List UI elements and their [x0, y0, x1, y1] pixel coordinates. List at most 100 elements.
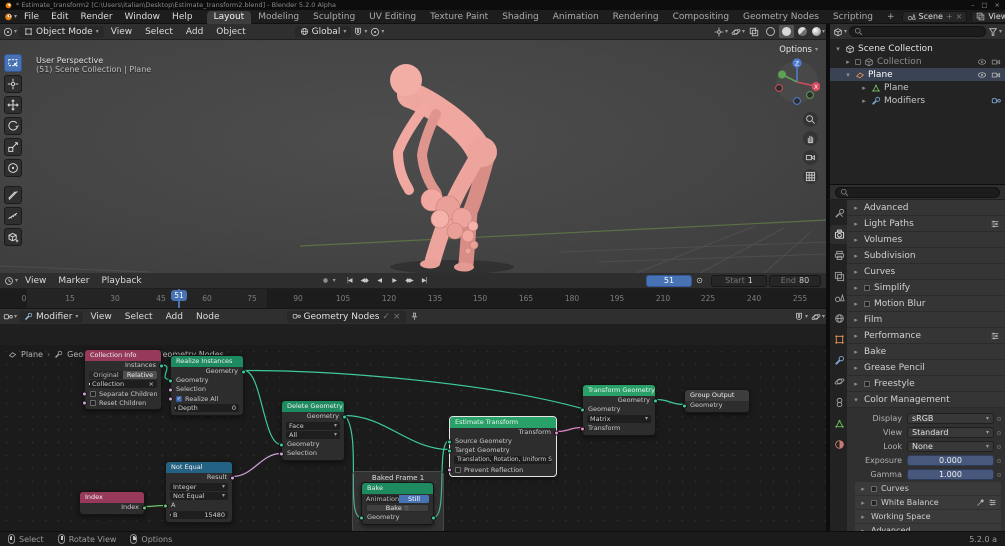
- reset-children-checkbox[interactable]: Reset Children: [82, 398, 161, 407]
- node-not-equal[interactable]: Not Equal Result Integer ▾ Not Equal ▾ A B…: [163, 461, 235, 523]
- render-camera-icon[interactable]: [991, 70, 1001, 80]
- panel-curves[interactable]: ▸ Curves: [847, 264, 1005, 279]
- orientation-dropdown[interactable]: Global ▾: [294, 25, 352, 38]
- mode-dropdown[interactable]: Object Mode ▾: [19, 25, 104, 38]
- collection-field[interactable]: Collection ×: [89, 380, 157, 388]
- viewport-menu-object[interactable]: Object: [210, 27, 251, 37]
- socket-geometry-in[interactable]: [168, 378, 173, 383]
- timeline-menu-view[interactable]: View: [19, 276, 52, 286]
- play-button[interactable]: ▶: [387, 275, 402, 287]
- tab-texture-paint[interactable]: Texture Paint: [423, 11, 495, 24]
- navigation-gizmo[interactable]: Z X: [774, 54, 820, 108]
- subpanel-advanced[interactable]: ▸ Advanced: [855, 524, 1001, 531]
- viewport-3d[interactable]: User Perspective (51) Scene Collection |…: [0, 40, 828, 273]
- unlink-node-tree-icon[interactable]: ×: [393, 312, 401, 322]
- panel-advanced[interactable]: ▸ Advanced: [847, 200, 1005, 215]
- look-dropdown[interactable]: None ▾: [907, 441, 994, 452]
- node-header[interactable]: Realize Instances: [171, 356, 243, 367]
- decorator-icon[interactable]: [997, 430, 1001, 435]
- shading-material-button[interactable]: [795, 25, 810, 38]
- panel-motion-blur[interactable]: ▸ Motion Blur: [847, 296, 1005, 311]
- decorator-icon[interactable]: [997, 416, 1001, 421]
- node-header[interactable]: Delete Geometry: [282, 401, 344, 412]
- menu-help[interactable]: Help: [166, 12, 199, 22]
- node-header[interactable]: Not Equal: [166, 462, 232, 473]
- tab-scripting[interactable]: Scripting: [826, 11, 880, 24]
- menu-file[interactable]: File: [18, 12, 45, 22]
- outliner-row-plane-object[interactable]: ▾ Plane: [830, 68, 1005, 81]
- socket-result-out[interactable]: [230, 475, 235, 480]
- pan-hand-icon[interactable]: [803, 131, 818, 146]
- editor-splitter-vertical[interactable]: [826, 24, 828, 531]
- eyedropper-icon[interactable]: [976, 498, 985, 507]
- gizmo-z-neg[interactable]: [793, 97, 801, 105]
- outliner-search-input[interactable]: [849, 26, 986, 37]
- node-group-output[interactable]: Group Output Geometry: [682, 389, 750, 413]
- node-bake[interactable]: Bake Animation Still Bake ≡ Geometry: [359, 482, 436, 525]
- timeline-menu-marker[interactable]: Marker: [52, 276, 95, 286]
- exposure-slider[interactable]: 0.000: [907, 455, 994, 466]
- freestyle-checkbox[interactable]: [864, 380, 870, 387]
- node-header[interactable]: Collection Info: [85, 350, 161, 361]
- collection-info-mode-toggle[interactable]: Original Relative: [89, 371, 157, 379]
- view-transform-dropdown[interactable]: Standard ▾: [907, 427, 994, 438]
- subpanel-working-space[interactable]: ▸ Working Space: [855, 510, 1001, 523]
- geometry-nodes-modifier-icon[interactable]: [991, 96, 1001, 106]
- panel-bake[interactable]: ▸ Bake: [847, 344, 1005, 359]
- node-overlays-button[interactable]: ▾: [810, 310, 826, 323]
- camera-view-icon[interactable]: [803, 150, 818, 165]
- delete-domain-dropdown[interactable]: All ▾: [286, 431, 340, 439]
- fake-user-icon[interactable]: ✓: [382, 312, 390, 322]
- outliner-row-plane-mesh[interactable]: ▸ Plane: [830, 81, 1005, 94]
- menu-edit[interactable]: Edit: [45, 12, 74, 22]
- clear-collection-icon[interactable]: ×: [149, 380, 154, 388]
- node-header[interactable]: Group Output: [685, 390, 749, 401]
- auto-keying-button[interactable]: [318, 275, 333, 287]
- jump-to-start-button[interactable]: |◀: [342, 275, 357, 287]
- tab-layout[interactable]: Layout: [206, 10, 252, 24]
- socket-b-in[interactable]: [170, 512, 172, 518]
- compare-type-dropdown[interactable]: Integer ▾: [170, 483, 228, 491]
- node-header[interactable]: Transform Geometry: [583, 385, 655, 396]
- viewport-menu-select[interactable]: Select: [139, 27, 179, 37]
- socket-transform-in[interactable]: [580, 426, 585, 431]
- prev-keyframe-button[interactable]: ◀◆: [357, 275, 372, 287]
- outliner-row-modifiers[interactable]: ▸ Modifiers: [830, 94, 1005, 107]
- socket-separate-in[interactable]: [82, 391, 87, 396]
- socket-a-in[interactable]: [163, 503, 168, 508]
- compare-op-dropdown[interactable]: Not Equal ▾: [170, 492, 228, 500]
- proportional-editing-button[interactable]: ▾: [369, 25, 385, 38]
- socket-reset-in[interactable]: [82, 400, 87, 405]
- node-tree-selector[interactable]: Geometry Nodes ✓ ×: [286, 310, 406, 323]
- estimate-method-dropdown[interactable]: Translation, Rotation, Uniform Scale▾: [454, 456, 552, 464]
- playhead-frame-label[interactable]: 51: [171, 290, 187, 301]
- node-menu-node[interactable]: Node: [190, 312, 226, 322]
- socket-geometry-out[interactable]: [241, 369, 246, 374]
- socket-geometry-in[interactable]: [279, 442, 284, 447]
- node-delete-geometry[interactable]: Delete Geometry Geometry Face ▾ All ▾ Geom…: [279, 400, 347, 461]
- socket-geometry-out[interactable]: [653, 398, 658, 403]
- socket-geometry-out[interactable]: [431, 515, 436, 520]
- viewlayer-selector[interactable]: ViewLayer +: [971, 10, 1005, 23]
- jump-to-end-button[interactable]: ▶|: [417, 275, 432, 287]
- prevent-reflection-checkbox[interactable]: Prevent Reflection: [447, 465, 556, 474]
- gizmo-y-neg[interactable]: [806, 91, 814, 99]
- socket-geometry-in[interactable]: [580, 407, 585, 412]
- use-curves-checkbox[interactable]: [871, 485, 877, 492]
- play-reverse-button[interactable]: ◀: [372, 275, 387, 287]
- node-menu-add[interactable]: Add: [160, 312, 189, 322]
- decorator-icon[interactable]: [997, 444, 1001, 449]
- presets-icon[interactable]: [990, 331, 1000, 341]
- next-keyframe-button[interactable]: ◆▶: [402, 275, 417, 287]
- node-menu-select[interactable]: Select: [119, 312, 159, 322]
- panel-freestyle[interactable]: ▸ Freestyle: [847, 376, 1005, 391]
- tab-rendering[interactable]: Rendering: [606, 11, 666, 24]
- zoom-icon[interactable]: [803, 112, 818, 127]
- node-header[interactable]: Index: [80, 492, 144, 503]
- ortho-toggle-icon[interactable]: [803, 169, 818, 184]
- separate-children-checkbox[interactable]: Separate Children: [82, 389, 161, 398]
- socket-geometry-in[interactable]: [359, 515, 364, 520]
- node-header[interactable]: Bake: [362, 483, 433, 494]
- socket-geometry-in[interactable]: [682, 403, 687, 408]
- timeline-ruler[interactable]: 0 15 30 45 60 75 90 105 120 135 150 165 …: [0, 289, 828, 309]
